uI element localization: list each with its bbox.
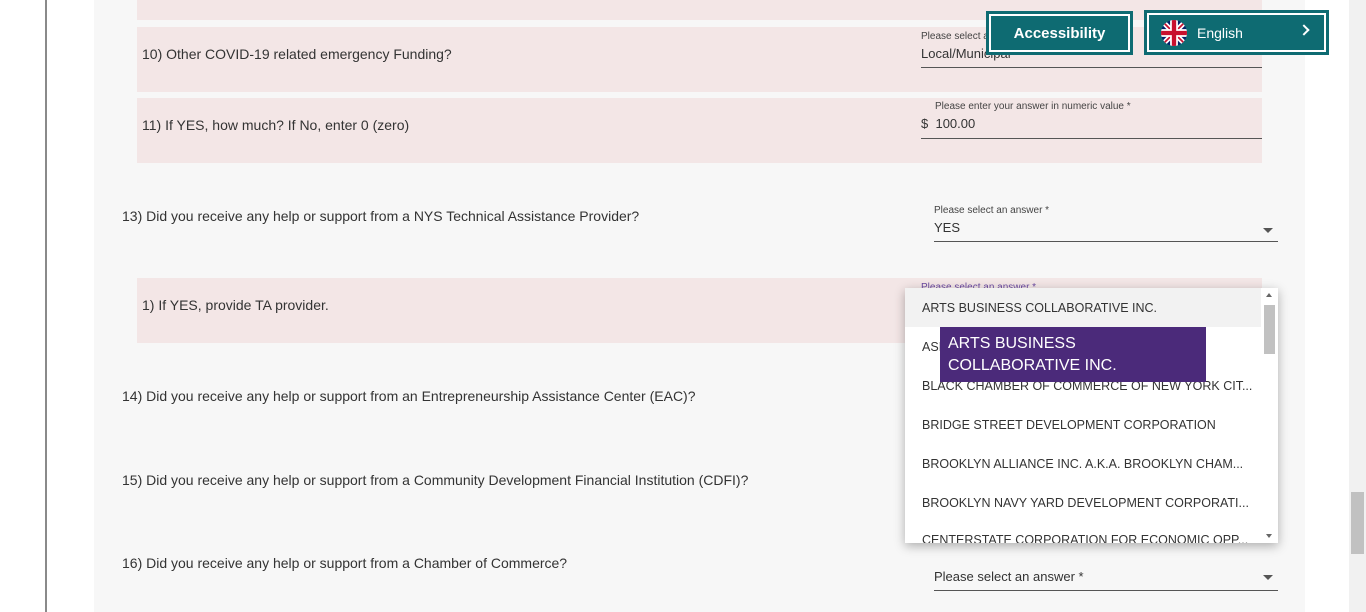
dropdown-option[interactable]: CENTERSTATE CORPORATION FOR ECONOMIC OPP… — [905, 520, 1261, 544]
selected-value: YES — [934, 220, 961, 235]
dropdown-option[interactable]: ARTS BUSINESS COLLABORATIVE INC. — [905, 288, 1261, 327]
question-13-text: 13) Did you receive any help or support … — [122, 208, 640, 224]
question-10-text: 10) Other COVID-19 related emergency Fun… — [142, 46, 452, 62]
chevron-down-icon — [1263, 575, 1273, 580]
option-tooltip: ARTS BUSINESS COLLABORATIVE INC. — [940, 327, 1206, 382]
dropdown-scrollbar[interactable] — [1261, 288, 1278, 543]
question-11-input[interactable]: Please enter your answer in numeric valu… — [921, 101, 1262, 139]
dropdown-option[interactable]: BRIDGE STREET DEVELOPMENT CORPORATION — [905, 405, 1261, 444]
field-underline — [921, 67, 1262, 68]
field-underline — [934, 241, 1278, 242]
select-placeholder: Please select an answer * — [934, 569, 1084, 584]
question-15-text: 15) Did you receive any help or support … — [122, 472, 749, 488]
field-underline — [934, 590, 1278, 591]
field-label: Please enter your answer in numeric valu… — [935, 101, 1131, 112]
scroll-up-arrow-icon[interactable] — [1266, 293, 1272, 297]
language-selector[interactable]: English — [1144, 10, 1329, 55]
dropdown-option[interactable]: BROOKLYN NAVY YARD DEVELOPMENT CORPORATI… — [905, 483, 1261, 522]
language-label: English — [1197, 24, 1243, 41]
chevron-right-icon — [1298, 24, 1310, 36]
question-16-text: 16) Did you receive any help or support … — [122, 555, 568, 571]
left-border — [45, 0, 47, 612]
dropdown-option[interactable]: BROOKLYN ALLIANCE INC. A.K.A. BROOKLYN C… — [905, 444, 1261, 483]
input-value: $ 100.00 — [921, 116, 1262, 131]
question-14-text: 14) Did you receive any help or support … — [122, 388, 696, 404]
currency-prefix: $ — [921, 116, 929, 131]
uk-flag-icon — [1161, 19, 1187, 46]
accessibility-label: Accessibility — [1013, 24, 1106, 42]
numeric-value: 100.00 — [935, 116, 976, 131]
field-underline — [921, 138, 1262, 139]
chevron-down-icon — [1263, 228, 1273, 233]
scroll-down-arrow-icon[interactable] — [1266, 534, 1272, 538]
question-13-1-text: 1) If YES, provide TA provider. — [142, 297, 329, 313]
question-13-select[interactable]: Please select an answer * YES — [934, 205, 1278, 243]
question-16-select[interactable]: Please select an answer * — [934, 567, 1278, 591]
page-scrollbar-thumb[interactable] — [1351, 492, 1364, 554]
dropdown-scrollbar-thumb[interactable] — [1264, 305, 1275, 354]
question-11-text: 11) If YES, how much? If No, enter 0 (ze… — [142, 117, 410, 133]
accessibility-button[interactable]: Accessibility — [986, 11, 1133, 55]
field-label: Please select an answer * — [934, 205, 1050, 216]
